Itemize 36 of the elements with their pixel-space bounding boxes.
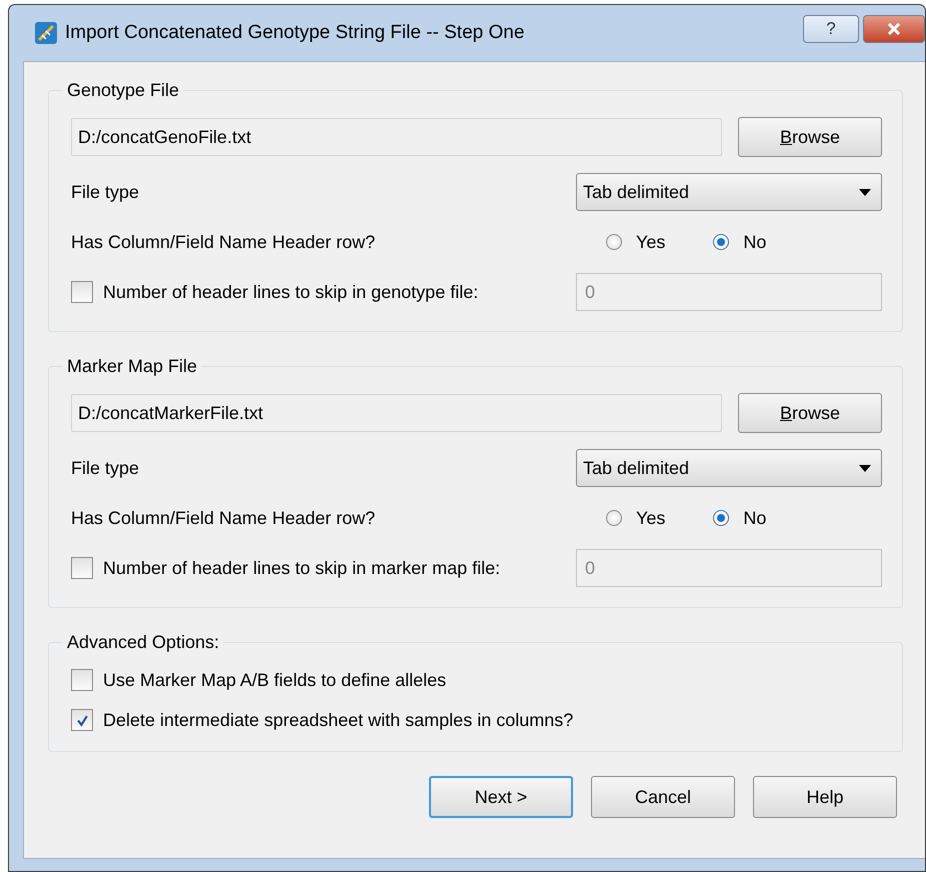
window-title: Import Concatenated Genotype String File -- Step One	[65, 22, 524, 44]
radio-option[interactable]: No	[713, 508, 766, 528]
radio-button[interactable]	[713, 510, 730, 526]
radio-option[interactable]: Yes	[606, 232, 666, 252]
field-label: Has Column/Field Name Header row?	[71, 232, 376, 252]
close-button[interactable]	[863, 15, 925, 43]
checkbox-option[interactable]: Use Marker Map A/B fields to define alleles	[71, 669, 882, 691]
file-type-dropdown[interactable]: Tab delimited	[576, 173, 882, 211]
radio-button[interactable]	[606, 234, 622, 250]
radio-button[interactable]	[713, 234, 730, 250]
app-icon	[35, 22, 57, 44]
check-icon	[76, 714, 88, 726]
browse-button[interactable]: Browse	[738, 393, 882, 433]
checkbox[interactable]	[71, 709, 93, 731]
browse-button[interactable]: Browse	[738, 117, 882, 157]
radio-button[interactable]	[606, 510, 622, 526]
file-path-field[interactable]: D:/concatGenoFile.txt	[71, 118, 722, 156]
field-label: Has Column/Field Name Header row?	[71, 508, 376, 528]
checkbox[interactable]	[71, 669, 93, 691]
radio-option[interactable]: No	[713, 232, 766, 252]
radio-option[interactable]: Yes	[606, 508, 666, 528]
group-title: Marker Map File	[66, 356, 198, 377]
file-type-dropdown[interactable]: Tab delimited	[576, 449, 882, 487]
dropdown-arrow-icon	[859, 464, 871, 472]
dropdown-arrow-icon	[859, 188, 871, 196]
field-label: File type	[71, 182, 140, 202]
help-button[interactable]: ?	[803, 15, 859, 43]
close-icon	[887, 23, 901, 35]
dialog-button[interactable]: Help	[753, 776, 897, 818]
group-title: Genotype File	[66, 80, 180, 101]
field-label: File type	[71, 458, 140, 478]
file-path-field[interactable]: D:/concatMarkerFile.txt	[71, 394, 722, 432]
checkbox-option[interactable]: Delete intermediate spreadsheet with samples in columns?	[71, 709, 882, 731]
group-title: Advanced Options:	[66, 632, 220, 653]
dialog-button[interactable]: Cancel	[591, 776, 735, 818]
dialog-button[interactable]: Next >	[429, 776, 573, 818]
